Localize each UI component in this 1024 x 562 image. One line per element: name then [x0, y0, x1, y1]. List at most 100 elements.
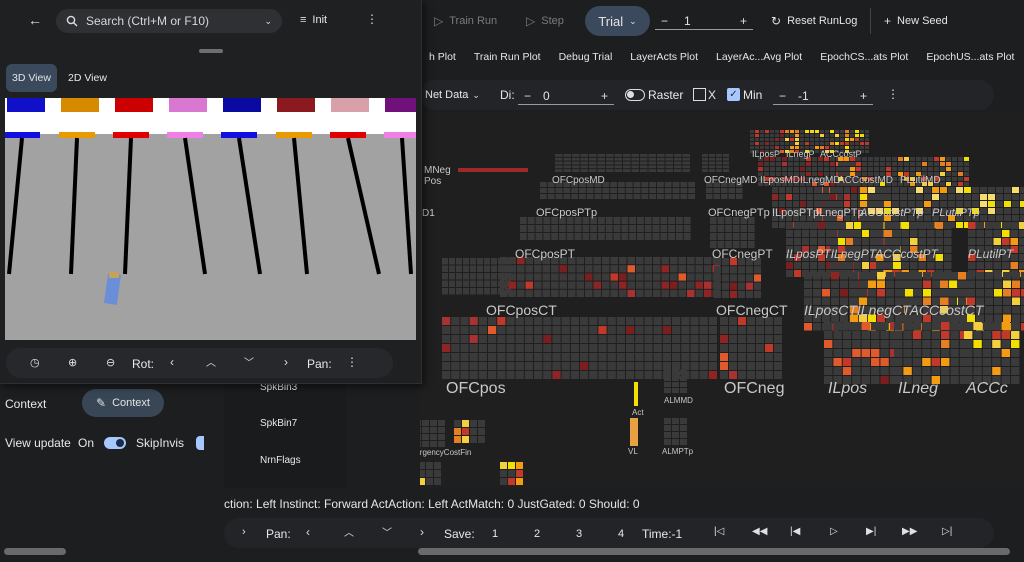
train-run-button[interactable]: ▷ Train Run	[434, 12, 497, 30]
rot-right-icon[interactable]: ›	[284, 355, 288, 369]
di-value[interactable]: 0	[543, 89, 550, 103]
reset-view-icon[interactable]: ◷	[30, 356, 40, 369]
plus-icon[interactable]: +	[860, 89, 867, 103]
unit-cell	[580, 161, 588, 165]
drag-handle[interactable]	[199, 49, 223, 53]
x-checkbox[interactable]	[693, 88, 706, 101]
min-checkbox[interactable]: ✓	[727, 88, 740, 101]
zoom-in-icon[interactable]: ⊕	[68, 356, 77, 369]
search-bar[interactable]: Search (Ctrl+M or F10) ⌄	[56, 9, 282, 33]
trial-spinbox[interactable]: − 1 +	[655, 12, 753, 30]
search-input[interactable]: Search (Ctrl+M or F10)	[86, 14, 209, 28]
unit-cell	[964, 167, 969, 171]
min-spinbox[interactable]: − -1 +	[773, 87, 873, 105]
init-button[interactable]: ≡ Init	[300, 14, 327, 26]
context-button[interactable]: ✎ Context	[82, 389, 164, 417]
main-scrollbar-thumb[interactable]	[418, 548, 1010, 555]
unit-cell	[610, 182, 617, 187]
tab-3d-view[interactable]: 3D View	[6, 64, 57, 92]
minus-icon[interactable]: −	[779, 89, 786, 103]
network-3d-view[interactable]: MNeg Pos D1 OFCposMD OFCposPTp OFCposPT …	[420, 112, 1024, 488]
unit-cell	[854, 238, 861, 245]
view-update-toggle[interactable]	[104, 437, 126, 449]
unit-cell	[580, 371, 589, 379]
plus-icon[interactable]: +	[601, 89, 608, 103]
di-spinbox[interactable]: − 0 +	[518, 87, 614, 105]
unit-cell	[515, 371, 524, 379]
trial-mode-select[interactable]: Trial ⌄	[585, 6, 650, 36]
net-data-select[interactable]: Net Data ⌄	[425, 89, 480, 101]
fast-forward-icon[interactable]: ▶▶	[902, 526, 917, 537]
step-forward-icon[interactable]: ▶|	[866, 526, 876, 537]
step-back-icon[interactable]: |◀	[790, 526, 800, 537]
save-slot-button[interactable]: 1	[492, 528, 498, 540]
save-slot-button[interactable]: 2	[534, 528, 540, 540]
unit-cell	[786, 222, 793, 229]
unit-cell	[517, 289, 525, 297]
unit-cell	[607, 371, 616, 379]
fast-rewind-icon[interactable]: ◀◀	[752, 526, 767, 537]
rot-down-icon[interactable]: ﹀	[244, 354, 254, 369]
unit-cell	[695, 281, 703, 289]
unit-cell	[886, 272, 894, 280]
unit-cell	[463, 288, 469, 295]
rot-up-icon[interactable]: ︿	[206, 354, 216, 369]
list-item[interactable]: SpkBin7	[260, 418, 297, 429]
step-button[interactable]: ▷ Step	[526, 12, 564, 30]
reset-runlog-button[interactable]: ↻ Reset RunLog	[771, 12, 857, 30]
plus-icon[interactable]: +	[740, 14, 747, 28]
3d-scene-canvas[interactable]	[5, 98, 416, 340]
raster-switch[interactable]	[625, 89, 645, 101]
unit-cell	[729, 344, 737, 352]
minus-icon[interactable]: −	[661, 14, 668, 28]
unit-cell	[815, 142, 819, 145]
tab-plot[interactable]: EpochUS...ats Plot	[917, 48, 1023, 68]
pan-down-icon[interactable]: ﹀	[382, 524, 392, 539]
first-icon[interactable]: |◁	[714, 526, 724, 537]
pan-left-icon[interactable]: ‹	[306, 525, 310, 539]
zoom-out-icon[interactable]: ⊖	[106, 356, 115, 369]
unit-cell	[790, 134, 794, 137]
tab-2d-view[interactable]: 2D View	[68, 72, 107, 84]
last-icon[interactable]: ▷|	[942, 526, 952, 537]
more-vert-icon[interactable]: ⋮	[887, 87, 899, 101]
play-icon[interactable]: ▷	[830, 526, 838, 537]
tab-plot[interactable]: h Plot	[420, 48, 465, 68]
unit-cell	[607, 353, 616, 361]
min-value[interactable]: -1	[798, 89, 809, 103]
unit-cell	[830, 138, 834, 141]
tab-plot[interactable]: LayerAc...Avg Plot	[707, 48, 811, 68]
pan-right-icon[interactable]: ›	[420, 525, 424, 539]
unit-cell	[484, 258, 490, 265]
unit-cell	[470, 265, 476, 272]
more-vert-icon[interactable]: ⋮	[366, 12, 378, 26]
unit-cell	[598, 326, 607, 334]
back-arrow-icon[interactable]: ←	[28, 12, 42, 28]
unit-cell	[1001, 340, 1010, 348]
unit-cell	[525, 265, 533, 273]
list-item[interactable]: NrnFlags	[260, 455, 301, 466]
rot-left-icon[interactable]: ‹	[170, 355, 174, 369]
tab-plot[interactable]: Debug Trial	[550, 48, 622, 68]
unit-cell	[449, 280, 455, 287]
pan-up-icon[interactable]: ︿	[344, 524, 354, 539]
unit-cell	[716, 154, 722, 157]
save-slot-button[interactable]: 3	[576, 528, 582, 540]
tab-plot[interactable]: Train Run Plot	[465, 48, 550, 68]
save-slot-button[interactable]: 4	[618, 528, 624, 540]
more-vert-icon[interactable]: ⋮	[346, 355, 358, 369]
minus-icon[interactable]: −	[524, 89, 531, 103]
unit-cell	[859, 289, 867, 297]
tab-plot[interactable]: EpochCS...ats Plot	[811, 48, 917, 68]
left-scrollbar-thumb[interactable]	[4, 548, 66, 555]
unit-cell	[722, 274, 729, 282]
unit-cell	[831, 289, 839, 297]
unit-cell	[940, 182, 945, 186]
trial-value[interactable]: 1	[684, 14, 691, 28]
unit-cell	[506, 344, 515, 352]
tab-plot[interactable]: LayerActs Plot	[621, 48, 707, 68]
unit-cell	[460, 344, 469, 352]
chevron-right-icon[interactable]: ›	[242, 526, 246, 538]
skip-invis-toggle[interactable]	[196, 436, 204, 450]
new-seed-button[interactable]: + New Seed	[884, 12, 948, 30]
